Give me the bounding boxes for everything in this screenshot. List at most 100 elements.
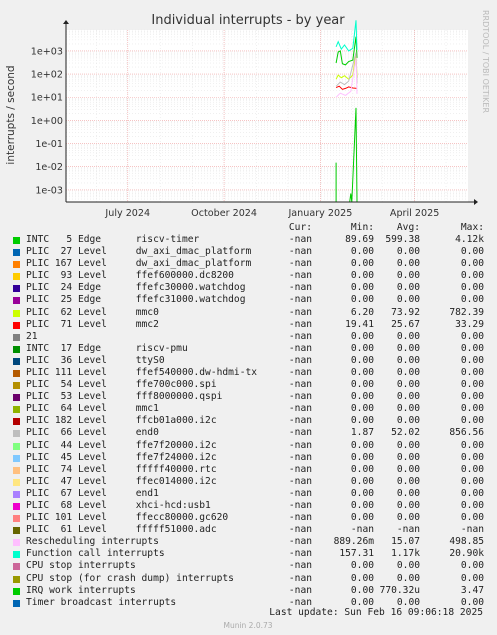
legend-cur-value: -nan	[288, 258, 312, 270]
legend-label: PLIC 167 Level dw_axi_dmac_platform	[26, 258, 252, 270]
legend-swatch	[13, 237, 20, 244]
legend-swatch	[13, 490, 20, 498]
legend-row: IRQ work interrupts -nan 0.00 770.32u 3.47	[0, 585, 497, 597]
legend-avg-value: 73.92	[391, 306, 420, 318]
legend-cur-value: -nan	[288, 330, 312, 342]
legend-min-value: 889.26m	[333, 536, 374, 548]
col-header-avg: Avg:	[396, 222, 420, 233]
legend-cur-value: -nan	[288, 294, 312, 306]
legend-cur-value: -nan	[288, 427, 312, 439]
legend-label: PLIC 24 Edge ffefc30000.watchdog	[26, 282, 246, 294]
legend-swatch	[13, 261, 20, 269]
munin-version: Munin 2.0.73	[223, 621, 272, 630]
legend-min-value: 0.00	[350, 439, 374, 451]
legend-min-value: 0.00	[350, 487, 374, 499]
legend-avg-value: -nan	[396, 524, 420, 536]
legend-min-value: 157.31	[339, 548, 374, 560]
chart-title: Individual interrupts - by year	[151, 13, 345, 28]
legend-row: INTC 17 Edge riscv-pmu -nan 0.00 0.00 0.00	[0, 343, 497, 355]
legend-swatch	[13, 285, 20, 293]
legend-row: PLIC 93 Level ffef600000.dc8200 -nan 0.00 0…	[0, 270, 497, 282]
legend-cur-value: -nan	[288, 246, 312, 258]
legend-swatch	[13, 394, 20, 402]
legend-label: PLIC 71 Level mmc2	[26, 318, 159, 330]
x-tick-label: July 2024	[104, 208, 150, 219]
legend-label: 21	[26, 330, 38, 342]
legend-min-value: 1.87	[350, 427, 374, 439]
legend-label: INTC 17 Edge riscv-pmu	[26, 342, 188, 354]
legend-swatch	[13, 357, 20, 365]
legend-min-value: 0.00	[350, 366, 374, 378]
legend-label: CPU stop (for crash dump) interrupts	[26, 572, 234, 584]
legend-swatch	[13, 575, 20, 583]
legend-max-value: 0.00	[460, 258, 484, 270]
legend-cur-value: -nan	[288, 366, 312, 378]
legend-cur-value: -nan	[288, 391, 312, 403]
legend-cur-value: -nan	[288, 463, 312, 475]
legend-min-value: 0.00	[350, 403, 374, 415]
legend-row: PLIC 27 Level dw_axi_dmac_platform -nan 0.…	[0, 246, 497, 258]
rrdtool-side-label: RRDTOOL / TOBI OETIKER	[481, 10, 490, 114]
legend-cur-value: -nan	[288, 499, 312, 511]
legend-label: PLIC 64 Level mmc1	[26, 403, 159, 415]
legend-label: PLIC 25 Edge ffefc31000.watchdog	[26, 294, 246, 306]
legend-row: PLIC 111 Level ffef540000.dw-hdmi-tx -nan…	[0, 367, 497, 379]
legend-row: PLIC 74 Level fffff40000.rtc -nan 0.00 0.00…	[0, 464, 497, 476]
legend-label: PLIC 27 Level dw_axi_dmac_platform	[26, 246, 252, 258]
legend-avg-value: 599.38	[385, 234, 420, 245]
legend-max-value: 3.47	[460, 584, 484, 596]
legend-cur-value: -nan	[288, 270, 312, 282]
legend-min-value: -nan	[350, 524, 374, 536]
legend-cur-value: -nan	[288, 487, 312, 499]
legend-cur-value: -nan	[288, 415, 312, 427]
legend-swatch	[13, 551, 20, 559]
x-tick-label: January 2025	[287, 208, 352, 219]
legend-avg-value: 0.00	[396, 258, 420, 270]
legend-row: CPU stop (for crash dump) interrupts -nan…	[0, 573, 497, 585]
legend-row: PLIC 44 Level ffe7f20000.i2c -nan 0.00 0.00…	[0, 440, 497, 452]
legend-max-value: 0.00	[460, 512, 484, 524]
legend-cur-value: -nan	[288, 584, 312, 596]
legend-min-value: 0.00	[350, 560, 374, 572]
legend-row: PLIC 101 Level ffecc80000.gc620 -nan 0.00 0…	[0, 512, 497, 524]
legend-label: PLIC 74 Level fffff40000.rtc	[26, 463, 217, 475]
legend-row: PLIC 62 Level mmc0 -nan 6.20 73.92 782.39	[0, 307, 497, 319]
legend-swatch	[13, 297, 20, 305]
legend-label: PLIC 68 Level xhci-hcd:usb1	[26, 499, 211, 511]
col-header-min: Min:	[350, 222, 374, 233]
legend-label: Function call interrupts	[26, 548, 165, 560]
y-tick-label: 1e-01	[35, 139, 63, 150]
legend-max-value: 0.00	[460, 403, 484, 415]
legend-max-value: 0.00	[460, 439, 484, 451]
y-axis-label: interrupts / second	[5, 65, 17, 164]
legend-min-value: 0.00	[350, 596, 374, 608]
legend-label: INTC 5 Edge riscv-timer	[26, 234, 200, 245]
legend-cur-value: -nan	[288, 403, 312, 415]
y-tick-label: 1e+02	[31, 70, 63, 81]
legend-swatch	[13, 466, 20, 474]
legend-row: INTC 5 Edge riscv-timer -nan 89.69 599.38 4.…	[0, 234, 497, 246]
y-tick-label: 1e+03	[31, 46, 63, 57]
legend-swatch	[13, 527, 20, 535]
legend-avg-value: 0.00	[396, 487, 420, 499]
legend-swatch	[13, 333, 20, 341]
legend-min-value: 0.00	[350, 451, 374, 463]
legend-row: PLIC 47 Level ffec014000.i2c -nan 0.00 0.00…	[0, 476, 497, 488]
legend-avg-value: 0.00	[396, 499, 420, 511]
legend-swatch	[13, 418, 20, 426]
legend-max-value: 0.00	[460, 354, 484, 366]
legend-avg-value: 0.00	[396, 379, 420, 391]
legend-label: PLIC 66 Level end0	[26, 427, 159, 439]
legend-label: IRQ work interrupts	[26, 584, 136, 596]
legend-cur-value: -nan	[288, 282, 312, 294]
legend-max-value: -nan	[460, 524, 484, 536]
legend-max-value: 0.00	[460, 294, 484, 306]
col-header-max: Max:	[460, 222, 484, 233]
legend-swatch	[13, 515, 20, 523]
legend-max-value: 856.56	[449, 427, 484, 439]
legend-max-value: 0.00	[460, 330, 484, 342]
legend-row: PLIC 25 Edge ffefc31000.watchdog -nan 0.00…	[0, 294, 497, 306]
legend-label: PLIC 61 Level fffff51000.adc	[26, 524, 217, 536]
x-axis-arrow	[474, 199, 478, 205]
legend-avg-value: 0.00	[396, 560, 420, 572]
